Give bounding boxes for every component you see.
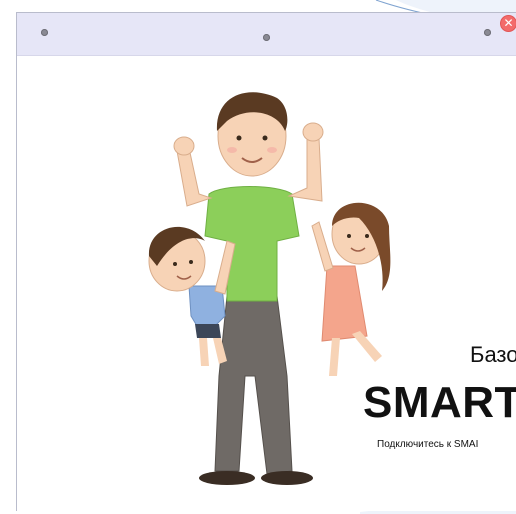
close-button[interactable]: ✕ bbox=[500, 15, 516, 32]
promo-subtitle: Подключитесь к SMAI bbox=[377, 439, 479, 450]
window-titlebar[interactable]: ✕ bbox=[17, 13, 516, 56]
popup-content: Базо SMART Подключитесь к SMAI bbox=[17, 56, 516, 511]
promo-brand-title: SMART bbox=[363, 378, 516, 427]
screen: ✕ Базо SMART Подключитесь к SMAI bbox=[0, 0, 516, 514]
screw-dot-left bbox=[41, 29, 48, 36]
popup-window: ✕ Базо SMART Подключитесь к SMAI bbox=[16, 12, 516, 511]
screw-dot-center bbox=[263, 34, 270, 41]
screw-dot-right bbox=[484, 29, 491, 36]
promo-heading: Базо bbox=[470, 342, 516, 367]
close-icon: ✕ bbox=[503, 16, 514, 30]
